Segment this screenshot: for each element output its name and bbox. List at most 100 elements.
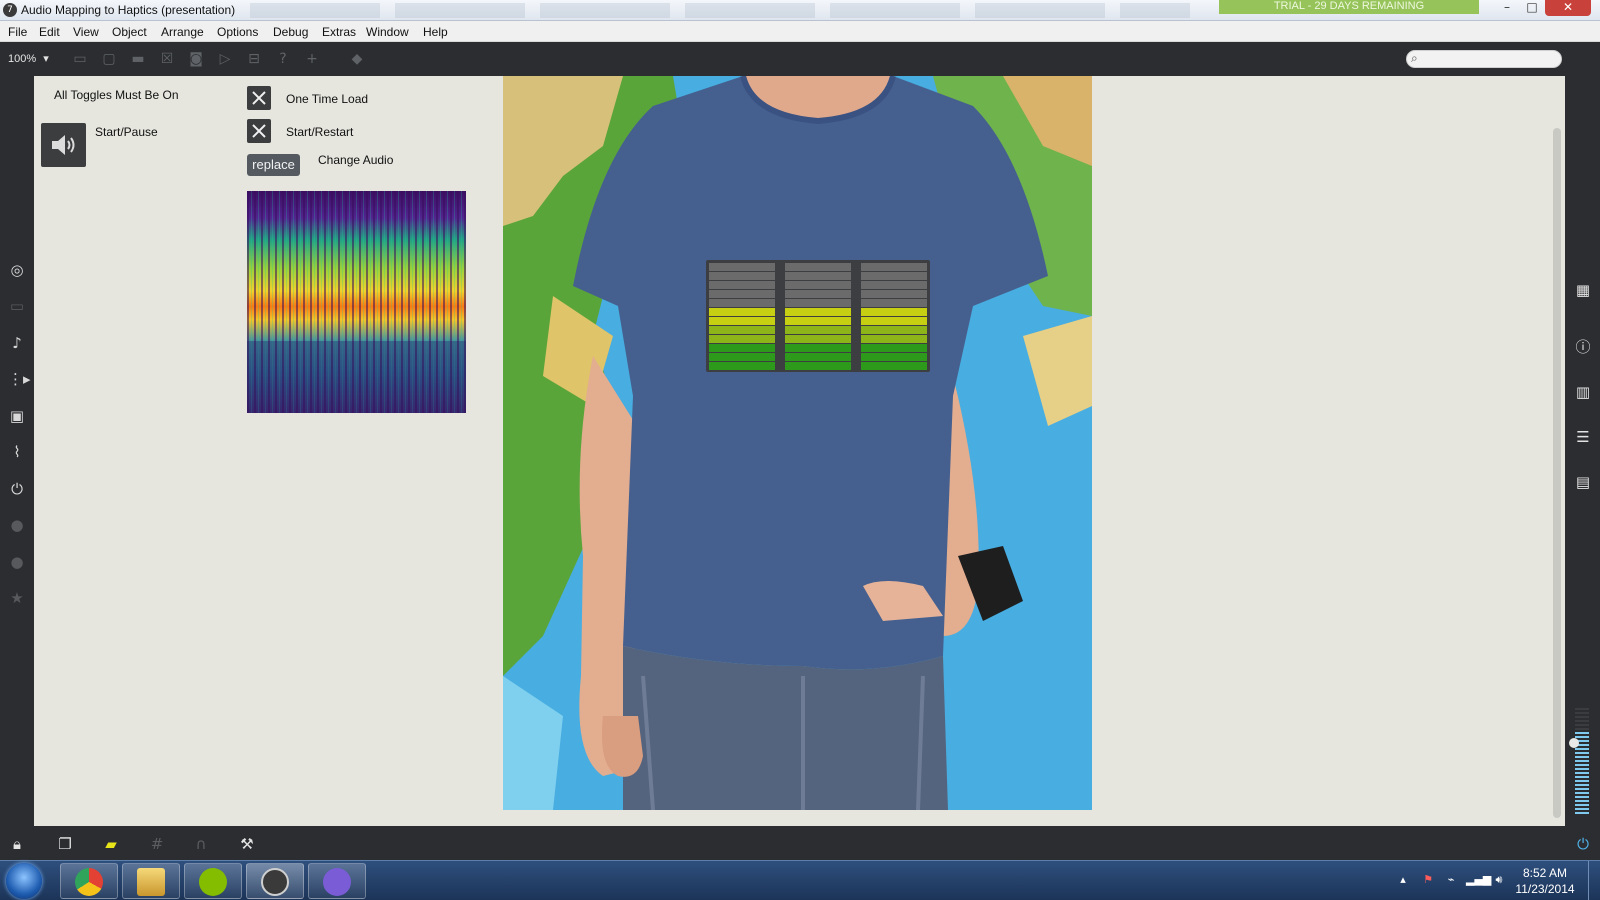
book-icon[interactable]: ▤ [1574,473,1592,491]
action-center-flag-icon[interactable]: ⚑ [1421,873,1435,887]
magnet-icon[interactable]: ∩ [192,835,210,853]
taskbar-max-app[interactable] [246,863,304,899]
trial-banner[interactable]: TRIAL - 29 DAYS REMAINING [1219,0,1479,14]
one-time-load-toggle[interactable] [247,86,271,110]
zoom-select[interactable]: 100% ▾ [8,52,49,65]
show-desktop-button[interactable] [1588,861,1600,900]
change-audio-label: Change Audio [318,153,394,167]
step-sequencer-icon[interactable]: ⋮▸ [8,370,31,388]
meter-segment [785,353,851,361]
patcher-canvas[interactable]: All Toggles Must Be On Start/Pause One T… [34,76,1565,826]
taskbar-file-explorer[interactable] [122,863,180,899]
chrome-icon [75,868,103,896]
film-icon[interactable]: ▭ [8,297,26,315]
meter-segment [785,299,851,307]
power-plug-icon[interactable]: ⌁ [1444,873,1458,887]
system-clock[interactable]: 8:52 AM 11/23/2014 [1510,865,1580,897]
menu-edit[interactable]: Edit [39,25,60,39]
start-button[interactable] [6,863,42,899]
meter-segment [861,308,927,316]
haptic-meter-1 [709,263,775,370]
close-button[interactable]: ✕ [1545,0,1591,16]
meter-segment [785,308,851,316]
vertical-scrollbar[interactable] [1553,128,1561,818]
menu-object[interactable]: Object [112,25,147,39]
show-hidden-icon[interactable]: ▴ [1396,873,1410,887]
music-note-icon[interactable]: ♪ [8,334,26,352]
meter-segment [709,290,775,298]
grid-icon[interactable]: # [148,835,166,853]
meter-segment [861,335,927,343]
comment-icon[interactable]: ▢ [101,51,117,67]
meter-segment [785,272,851,280]
taskbar-chrome[interactable] [60,863,118,899]
taskbar-spotify[interactable] [184,863,242,899]
zoom-value: 100% [8,53,37,65]
image-icon[interactable]: ▣ [8,407,26,425]
add-icon[interactable]: + [304,51,320,67]
tshirt-photo [503,76,1092,810]
windows-icon[interactable]: ❐ [56,835,74,853]
panel-icon[interactable]: ▭ [72,51,88,67]
menu-extras[interactable]: Extras [322,25,356,39]
meter-segment [785,344,851,352]
one-time-load-label: One Time Load [286,92,369,106]
chat-icon[interactable]: ▰ [102,835,120,853]
start-pause-button[interactable] [41,123,86,167]
circle-d-icon[interactable]: ● [8,553,26,571]
meter-segment [861,326,927,334]
replace-button[interactable]: replace [247,154,300,176]
minimize-button[interactable]: – [1495,0,1519,16]
split-box-icon[interactable]: ⊟ [246,51,262,67]
plug-icon[interactable]: ⏻ [8,480,26,498]
circle-v-icon[interactable]: ● [8,516,26,534]
meter-segment [861,299,927,307]
menu-help[interactable]: Help [423,25,448,39]
toolbar: 100% ▾ ▭ ▢ ▬ ☒ ◙ ▷ ⊟ ? + ◆ [0,42,1600,76]
menu-view[interactable]: View [73,25,99,39]
paperclip-icon[interactable]: ⌇ [8,443,26,461]
target-icon[interactable]: ◎ [8,261,26,279]
keyboard-icon[interactable]: ▦ [1574,281,1592,299]
menu-debug[interactable]: Debug [273,25,308,39]
wrench-icon[interactable]: ⚒ [238,835,256,853]
network-icon[interactable]: ▂▄▆ [1466,873,1491,887]
meter-segment [861,281,927,289]
menu-options[interactable]: Options [217,25,258,39]
columns-icon[interactable]: ▥ [1574,383,1592,401]
start-pause-label: Start/Pause [95,125,158,139]
volume-knob[interactable] [1569,738,1579,748]
speaker-icon [52,135,75,155]
menu-arrange[interactable]: Arrange [161,25,204,39]
list-icon[interactable]: ☰ [1574,428,1592,446]
meter-segment [861,362,927,370]
meter-segment [709,299,775,307]
meter-segment [861,263,927,271]
clock-date: 11/23/2014 [1515,882,1575,896]
search-field[interactable]: ⌕ [1406,50,1562,68]
star-icon[interactable]: ★ [8,589,26,607]
meter-segment [709,362,775,370]
menu-file[interactable]: File [8,25,27,39]
haptic-meter-panel [706,260,930,372]
power-icon[interactable]: ⏻ [1574,835,1592,853]
menu-window[interactable]: Window [366,25,409,39]
meter-segment [785,335,851,343]
speech-bubble-icon[interactable]: ▬ [130,51,146,67]
meter-segment [709,263,775,271]
play-box-icon[interactable]: ▷ [217,51,233,67]
taskbar-github[interactable] [308,863,366,899]
paint-bucket-icon[interactable]: ◆ [349,51,365,67]
start-restart-toggle[interactable] [247,119,271,143]
meter-segment [709,272,775,280]
meter-segment [785,317,851,325]
x-box-icon[interactable]: ☒ [159,51,175,67]
volume-meter[interactable] [1575,708,1589,816]
info-icon[interactable]: ⓘ [1574,338,1592,356]
lock-icon[interactable]: 🔒︎ [8,835,26,853]
maximize-button[interactable]: □ [1520,0,1544,16]
object-box-icon[interactable]: ◙ [188,51,204,67]
help-icon[interactable]: ? [275,51,291,67]
volume-icon[interactable]: 🔊︎ [1492,873,1506,887]
spotify-icon [199,868,227,896]
